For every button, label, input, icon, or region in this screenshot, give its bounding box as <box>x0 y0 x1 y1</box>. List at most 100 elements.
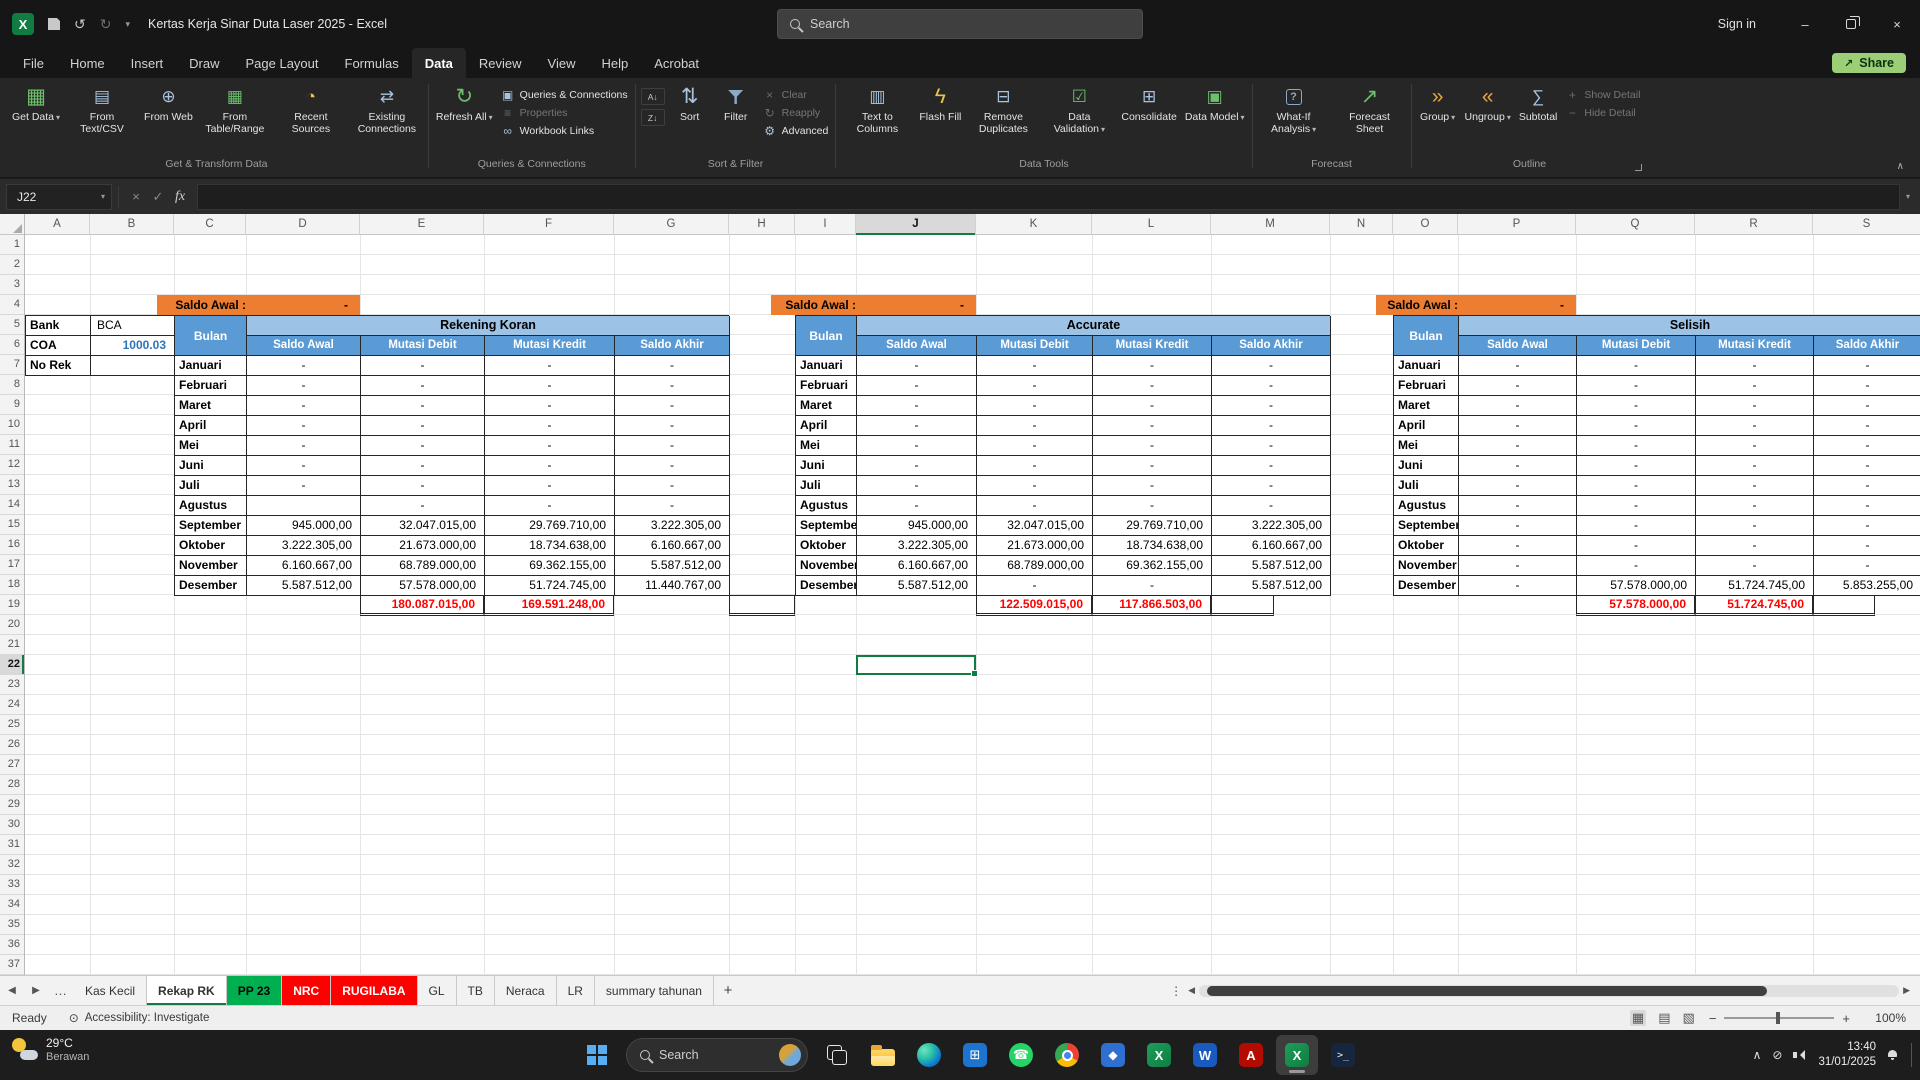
cell-mutasi-kredit[interactable]: - <box>1696 396 1814 416</box>
cell-mutasi-debit[interactable]: - <box>361 456 485 476</box>
undo-icon[interactable]: ↺ <box>74 16 86 33</box>
cell-mutasi-debit[interactable]: - <box>1577 436 1696 456</box>
column-header[interactable]: I <box>795 214 856 235</box>
row-header[interactable]: 16 <box>0 535 24 555</box>
column-header[interactable]: D <box>246 214 360 235</box>
cell-saldo-akhir[interactable]: 6.160.667,00 <box>1212 536 1331 556</box>
cell-mutasi-kredit[interactable]: - <box>1696 376 1814 396</box>
cell-saldo-akhir[interactable]: - <box>1814 416 1920 436</box>
name-box[interactable]: J22 ▾ <box>6 184 112 210</box>
data-model-button[interactable]: ▣ Data Model▾ <box>1181 82 1249 123</box>
total-underline-cell[interactable] <box>1211 595 1274 616</box>
cell-mutasi-debit[interactable]: - <box>977 576 1093 596</box>
cell-saldo-awal[interactable]: - <box>1459 356 1577 376</box>
coa-label-cell[interactable]: COA <box>26 336 91 356</box>
norek-value-cell[interactable] <box>91 356 175 376</box>
row-header[interactable]: 27 <box>0 755 24 775</box>
sheet-nav-left-icon[interactable]: ◀ <box>0 976 24 1005</box>
ribbon-tab[interactable]: Data <box>412 48 466 78</box>
cell-saldo-awal[interactable]: - <box>247 456 361 476</box>
cell-mutasi-kredit[interactable]: 69.362.155,00 <box>1093 556 1212 576</box>
column-header[interactable]: H <box>729 214 795 235</box>
sort-za-button[interactable]: Z↓ <box>641 109 665 126</box>
header-mutasi-debit[interactable]: Mutasi Debit <box>361 336 485 356</box>
month-cell[interactable]: Desember <box>175 576 247 596</box>
cell-mutasi-kredit[interactable]: - <box>1093 436 1212 456</box>
what-if-analysis-button[interactable]: ? What-If Analysis▾ <box>1256 82 1332 135</box>
column-header[interactable]: P <box>1458 214 1576 235</box>
cell-saldo-awal[interactable]: 945.000,00 <box>247 516 361 536</box>
row-header[interactable]: 17 <box>0 555 24 575</box>
header-mutasi-kredit[interactable]: Mutasi Kredit <box>485 336 615 356</box>
taskbar-clock[interactable]: 13:40 31/01/2025 <box>1818 1040 1876 1070</box>
excel-active-window-button[interactable]: X <box>1276 1035 1318 1075</box>
refresh-all-button[interactable]: ↻ Refresh All▾ <box>432 82 497 123</box>
insert-function-icon[interactable]: fx <box>169 189 191 205</box>
cell-mutasi-debit[interactable]: - <box>977 356 1093 376</box>
cell-mutasi-kredit[interactable]: - <box>1093 496 1212 516</box>
cell-mutasi-debit[interactable]: - <box>977 456 1093 476</box>
cell-mutasi-debit[interactable]: 68.789.000,00 <box>361 556 485 576</box>
outline-dialog-launcher-icon[interactable] <box>1635 164 1642 171</box>
table-title-cell[interactable]: Rekening Koran <box>247 316 730 336</box>
table-title-cell[interactable]: Accurate <box>857 316 1331 336</box>
cell-saldo-akhir[interactable]: - <box>615 436 730 456</box>
month-cell[interactable]: April <box>796 416 857 436</box>
row-header[interactable]: 33 <box>0 875 24 895</box>
column-header[interactable]: J <box>856 214 976 235</box>
month-cell[interactable]: Agustus <box>175 496 247 516</box>
cell-saldo-akhir[interactable]: 3.222.305,00 <box>1212 516 1331 536</box>
formula-bar-expand-icon[interactable]: ▾ <box>1906 192 1910 201</box>
view-page-layout-icon[interactable]: ▤ <box>1658 1010 1670 1026</box>
queries-connections-button[interactable]: ▣Queries & Connections <box>501 88 628 102</box>
cell-mutasi-debit[interactable]: 57.578.000,00 <box>1577 576 1696 596</box>
cell-mutasi-debit[interactable]: - <box>361 496 485 516</box>
scroll-left-icon[interactable]: ◀ <box>1188 985 1195 996</box>
row-header[interactable]: 21 <box>0 635 24 655</box>
notifications-bell-icon[interactable] <box>1887 1050 1898 1060</box>
cell-mutasi-debit[interactable]: - <box>361 356 485 376</box>
chrome-button[interactable] <box>1046 1035 1088 1075</box>
existing-connections-button[interactable]: ⇄ Existing Connections <box>349 82 425 135</box>
cell-mutasi-kredit[interactable]: - <box>1696 436 1814 456</box>
cell-saldo-awal[interactable]: - <box>857 376 977 396</box>
cell-mutasi-debit[interactable]: - <box>977 436 1093 456</box>
view-page-break-icon[interactable]: ▧ <box>1683 1010 1695 1026</box>
sheet-tab[interactable]: RUGILABA <box>331 976 417 1005</box>
ribbon-tab[interactable]: View <box>535 48 589 78</box>
month-cell[interactable]: Juli <box>175 476 247 496</box>
row-header[interactable]: 13 <box>0 475 24 495</box>
cell-saldo-awal[interactable]: 3.222.305,00 <box>857 536 977 556</box>
ribbon-tab[interactable]: Acrobat <box>641 48 712 78</box>
ribbon-tab[interactable]: Help <box>588 48 641 78</box>
month-cell[interactable]: Maret <box>175 396 247 416</box>
cell-saldo-akhir[interactable]: - <box>1814 356 1920 376</box>
cell-saldo-awal[interactable]: 6.160.667,00 <box>247 556 361 576</box>
month-cell[interactable]: Maret <box>1394 396 1459 416</box>
row-header[interactable]: 7 <box>0 355 24 375</box>
saldo-awal-strip-selisih[interactable]: Saldo Awal : - <box>1376 295 1576 315</box>
cell-mutasi-kredit[interactable]: - <box>485 456 615 476</box>
total-underline-cell[interactable] <box>1813 595 1875 616</box>
column-header[interactable]: N <box>1330 214 1393 235</box>
minimize-button[interactable]: – <box>1782 0 1828 48</box>
cell-mutasi-debit[interactable]: 21.673.000,00 <box>977 536 1093 556</box>
cell-mutasi-debit[interactable]: - <box>977 416 1093 436</box>
terminal-button[interactable]: >_ <box>1322 1035 1364 1075</box>
cell-mutasi-debit[interactable]: - <box>361 476 485 496</box>
sheet-tab[interactable]: Rekap RK <box>147 976 227 1005</box>
cell-mutasi-debit[interactable]: - <box>1577 456 1696 476</box>
header-mutasi-debit[interactable]: Mutasi Debit <box>977 336 1093 356</box>
cell-saldo-akhir[interactable]: - <box>615 416 730 436</box>
row-header[interactable]: 4 <box>0 295 24 315</box>
scrollbar-track[interactable] <box>1199 985 1899 997</box>
header-mutasi-kredit[interactable]: Mutasi Kredit <box>1696 336 1814 356</box>
column-header[interactable]: Q <box>1576 214 1695 235</box>
workbook-links-button[interactable]: ∞Workbook Links <box>501 124 628 138</box>
cell-mutasi-debit[interactable]: - <box>977 496 1093 516</box>
cell-saldo-awal[interactable]: - <box>1459 536 1577 556</box>
header-saldo-awal[interactable]: Saldo Awal <box>857 336 977 356</box>
column-header[interactable]: S <box>1813 214 1920 235</box>
cell-saldo-akhir[interactable]: 11.440.767,00 <box>615 576 730 596</box>
month-cell[interactable]: April <box>1394 416 1459 436</box>
